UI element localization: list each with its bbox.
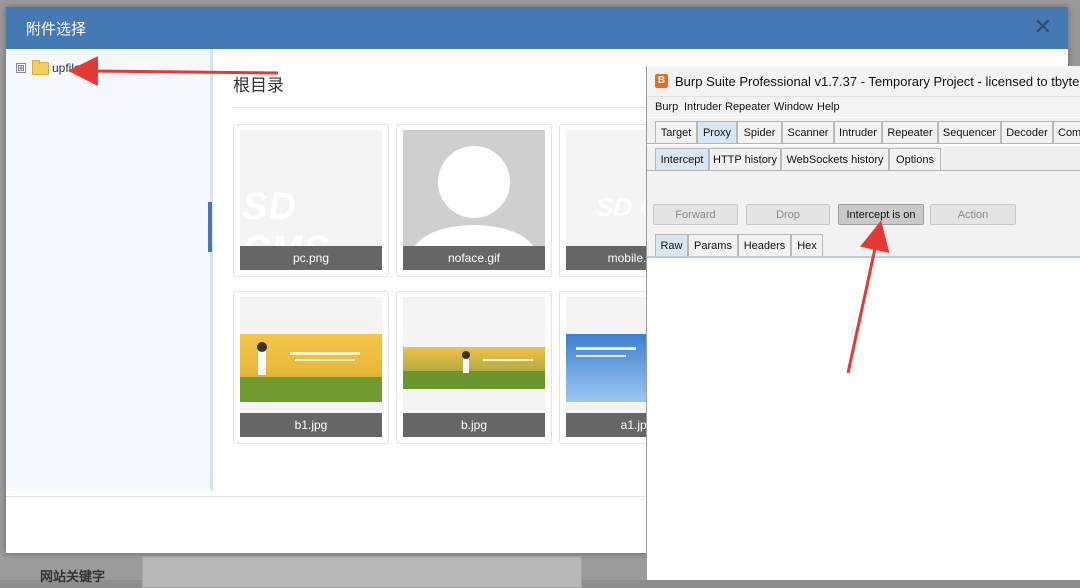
proxy-tab-bar: Intercept HTTP history WebSockets histor… xyxy=(647,146,1080,171)
tab-intruder[interactable]: Intruder xyxy=(834,121,882,143)
file-thumbnail[interactable]: SD CMS pc.png xyxy=(233,124,389,277)
burp-logo-icon: B xyxy=(655,74,668,88)
drop-button[interactable]: Drop xyxy=(746,204,830,225)
menu-repeater[interactable]: Repeater xyxy=(725,101,770,113)
tree-node-upfile[interactable]: ⊞ upfile xyxy=(16,59,81,75)
file-name: pc.png xyxy=(240,246,382,270)
tree-node-label: upfile xyxy=(52,61,81,75)
file-thumbnail[interactable]: b.jpg xyxy=(396,291,552,444)
tab-sequencer[interactable]: Sequencer xyxy=(938,121,1001,143)
folder-icon xyxy=(32,59,49,75)
file-thumbnail[interactable]: noface.gif xyxy=(396,124,552,277)
file-name: b.jpg xyxy=(403,413,545,437)
tab-headers[interactable]: Headers xyxy=(738,234,791,256)
menu-bar: Burp Intruder Repeater Window Help xyxy=(647,97,1080,117)
dialog-header: 附件选择 ✕ xyxy=(6,7,1068,49)
window-titlebar[interactable]: B Burp Suite Professional v1.7.37 - Temp… xyxy=(647,66,1080,97)
tab-http-history[interactable]: HTTP history xyxy=(709,148,781,170)
expand-icon[interactable]: ⊞ xyxy=(16,63,26,73)
banner-image xyxy=(240,334,382,402)
file-preview xyxy=(403,130,545,248)
tab-hex[interactable]: Hex xyxy=(791,234,823,256)
tab-target[interactable]: Target xyxy=(655,121,697,143)
directory-title: 根目录 xyxy=(233,76,284,95)
close-icon[interactable]: ✕ xyxy=(1034,16,1052,38)
action-button[interactable]: Action xyxy=(930,204,1016,225)
main-tab-bar: Target Proxy Spider Scanner Intruder Rep… xyxy=(647,118,1080,144)
intercept-toolbar: Forward Drop Intercept is on Action xyxy=(647,171,1080,234)
tab-scanner[interactable]: Scanner xyxy=(782,121,834,143)
file-name: noface.gif xyxy=(403,246,545,270)
keyword-label: 网站关键字 xyxy=(40,569,106,584)
message-tab-bar: Raw Params Headers Hex xyxy=(647,234,1080,258)
tab-decoder[interactable]: Decoder xyxy=(1001,121,1053,143)
folder-tree: ⊞ upfile xyxy=(6,49,213,491)
keyword-input[interactable] xyxy=(142,556,582,588)
menu-help[interactable]: Help xyxy=(817,101,840,113)
menu-intruder[interactable]: Intruder xyxy=(684,101,722,113)
intercept-toggle-button[interactable]: Intercept is on xyxy=(838,204,924,225)
banner-image xyxy=(403,347,545,389)
tab-repeater[interactable]: Repeater xyxy=(882,121,938,143)
file-preview xyxy=(403,297,545,415)
tab-proxy[interactable]: Proxy xyxy=(697,121,737,143)
file-preview xyxy=(240,297,382,415)
tree-scrollbar[interactable] xyxy=(208,202,212,252)
window-title: Burp Suite Professional v1.7.37 - Tempor… xyxy=(675,74,1080,89)
tab-params[interactable]: Params xyxy=(688,234,738,256)
file-thumbnail[interactable]: b1.jpg xyxy=(233,291,389,444)
forward-button[interactable]: Forward xyxy=(653,204,738,225)
menu-window[interactable]: Window xyxy=(774,101,813,113)
avatar-icon xyxy=(413,146,535,248)
tab-websockets-history[interactable]: WebSockets history xyxy=(781,148,889,170)
tab-options[interactable]: Options xyxy=(889,148,941,170)
burp-suite-window: B Burp Suite Professional v1.7.37 - Temp… xyxy=(646,66,1080,580)
file-name: b1.jpg xyxy=(240,413,382,437)
request-editor[interactable] xyxy=(647,258,1080,580)
menu-burp[interactable]: Burp xyxy=(655,101,678,113)
tab-intercept[interactable]: Intercept xyxy=(655,148,709,170)
file-preview: SD CMS xyxy=(240,130,382,248)
tab-spider[interactable]: Spider xyxy=(737,121,782,143)
tab-comparer[interactable]: Comparer xyxy=(1053,121,1080,143)
tab-raw[interactable]: Raw xyxy=(655,234,688,256)
watermark: SD CMS xyxy=(242,186,328,248)
dialog-title: 附件选择 xyxy=(26,21,87,38)
